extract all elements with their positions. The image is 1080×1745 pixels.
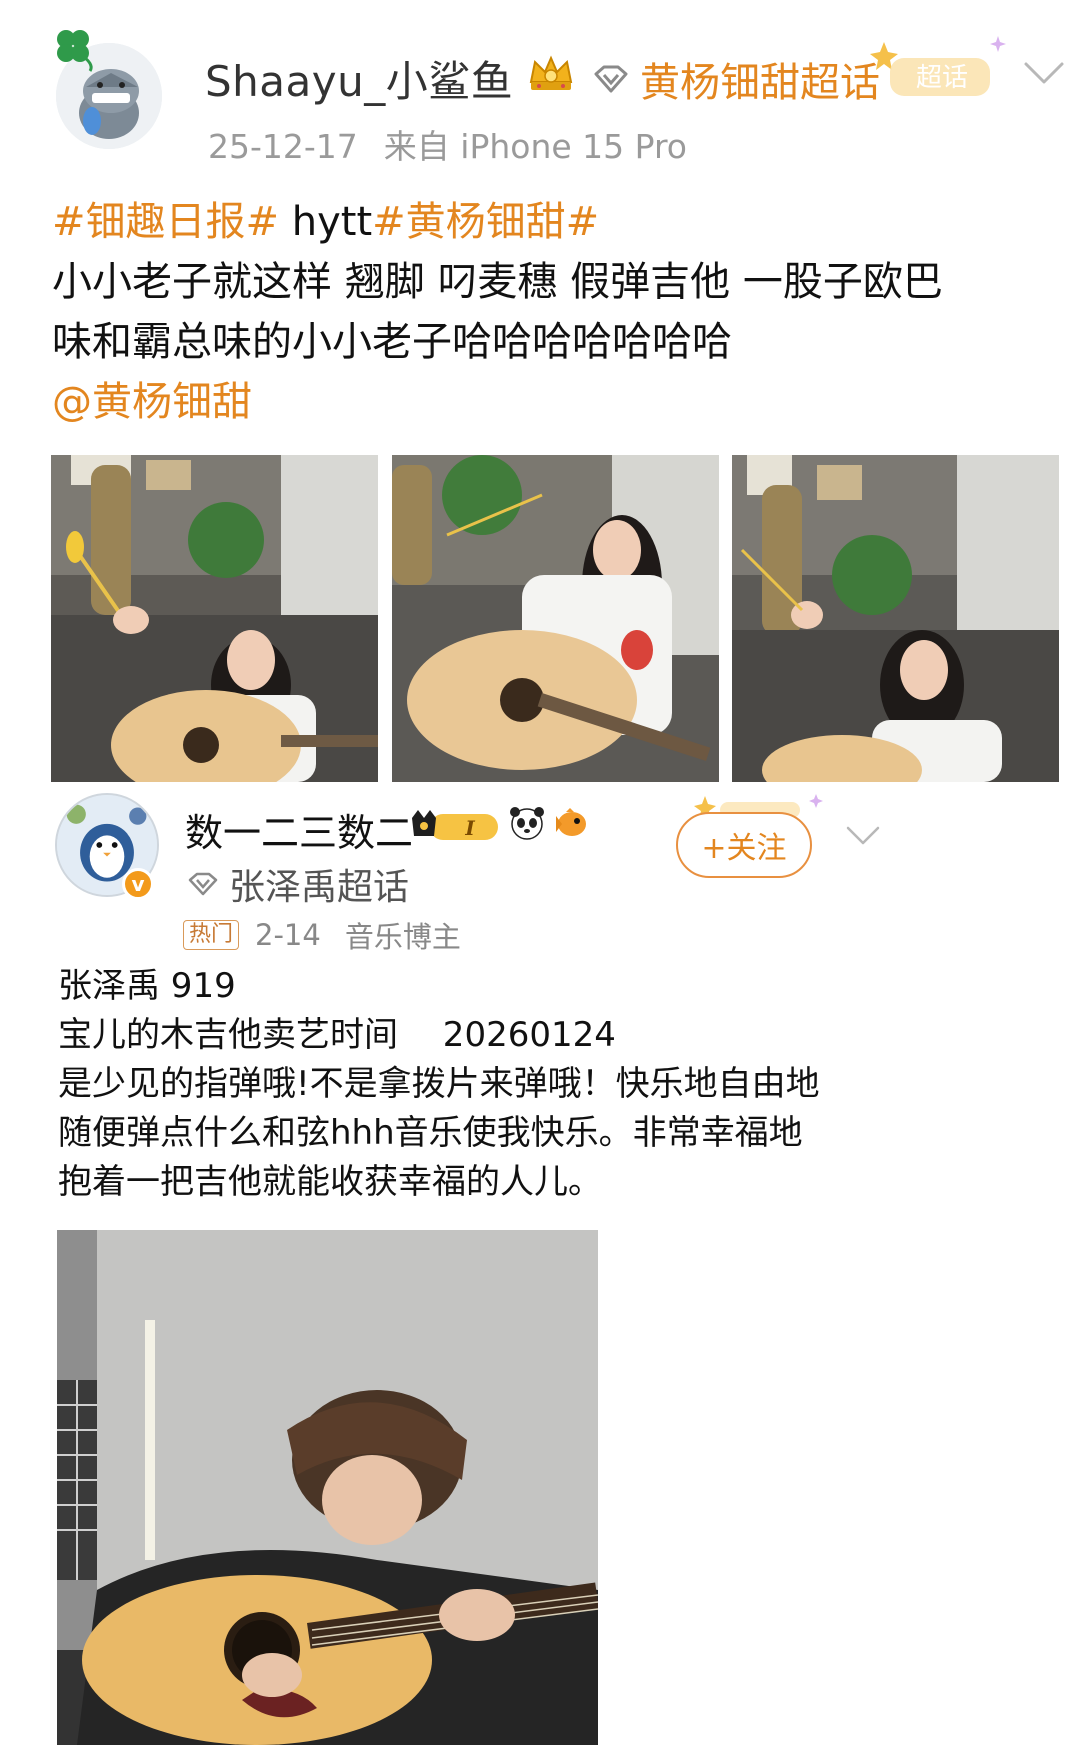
text-fragment: 小小老子就这样 翘脚 叼麦穗 假弹吉他 一股子欧巴: [52, 259, 943, 305]
supertopic-link[interactable]: 张泽禹超话: [185, 858, 409, 910]
post-category: 音乐博主: [344, 920, 461, 954]
clover-icon: [57, 30, 93, 72]
badge-text: 超话: [916, 63, 968, 93]
user-avatar[interactable]: [50, 25, 168, 149]
post-text-line: 张泽禹 919: [58, 966, 236, 1006]
supertopic-label: 张泽禹超话: [229, 867, 410, 908]
post-photo[interactable]: [51, 455, 378, 782]
hot-tag-badge: 热门: [183, 920, 240, 950]
fish-icon: [556, 808, 586, 836]
post-text-line: #钿趣日报# hytt#黄杨钿甜#: [52, 192, 1062, 252]
supertopic-badge-icon: 超话: [870, 36, 1006, 96]
post-photo[interactable]: [732, 455, 1059, 782]
panda-icon: [510, 807, 544, 840]
username[interactable]: Shaayu_小鲨鱼: [205, 48, 513, 109]
post-text-line: 味和霸总味的小小老子哈哈哈哈哈哈哈: [52, 312, 1062, 372]
post-source: 来自 iPhone 15 Pro: [383, 127, 688, 166]
diamond-icon: [188, 872, 218, 896]
post-text-line: 是少见的指弹哦!不是拿拨片来弹哦！快乐地自由地: [58, 1064, 820, 1104]
chevron-down-icon[interactable]: [845, 825, 881, 847]
text-fragment: hytt: [279, 199, 373, 245]
text-fragment: 味和霸总味的小小老子哈哈哈哈哈哈哈: [52, 319, 732, 365]
crown-badge-icon: [529, 55, 573, 90]
post-text-line: 宝儿的木吉他卖艺时间 20260124: [58, 1015, 616, 1055]
post-photo[interactable]: [57, 1230, 598, 1745]
follow-button[interactable]: +关注: [676, 812, 812, 878]
hashtag-link[interactable]: #钿趣日报#: [52, 199, 279, 245]
post-meta: 25-12-17 来自 iPhone 15 Pro: [208, 120, 687, 168]
post-text-line: @黄杨钿甜: [52, 372, 1062, 432]
post-date: 2-14: [255, 918, 321, 952]
post-photo[interactable]: [392, 455, 719, 782]
post-meta: 热门 2-14 音乐博主: [183, 914, 461, 956]
post-2: v 数一二三数二 I 张泽禹超话 +关注 热门 2-14 音乐博主 张泽禹 91…: [0, 790, 1080, 1745]
post-1: Shaayu_小鲨鱼 黄杨钿甜超话 超话 25-12-17 来自 iPhone 1…: [0, 0, 1080, 790]
post-text-line: 抱着一把吉他就能收获幸福的人儿。: [58, 1162, 602, 1202]
supertopic-label: 黄杨钿甜超话: [640, 60, 880, 106]
diamond-icon: [594, 65, 628, 93]
post-text: 张泽禹 919 宝儿的木吉他卖艺时间 20260124 是少见的指弹哦!不是拿拨…: [58, 962, 958, 1207]
post-text-line: 随便弹点什么和弦hhh音乐使我快乐。非常幸福地: [58, 1113, 803, 1153]
post-text-line: 小小老子就这样 翘脚 叼麦穗 假弹吉他 一股子欧巴: [52, 252, 1062, 312]
mention-link[interactable]: @黄杨钿甜: [52, 379, 252, 425]
member-level-badge-icon: I: [412, 810, 498, 840]
post-text: #钿趣日报# hytt#黄杨钿甜# 小小老子就这样 翘脚 叼麦穗 假弹吉他 一股…: [52, 192, 1062, 432]
username[interactable]: 数一二三数二: [185, 802, 413, 857]
chevron-down-icon[interactable]: [1022, 60, 1066, 86]
hashtag-link[interactable]: #黄杨钿甜#: [372, 199, 599, 245]
verified-badge-icon: v: [122, 868, 154, 900]
supertopic-link[interactable]: 黄杨钿甜超话: [590, 50, 880, 108]
post-date: 25-12-17: [208, 127, 358, 166]
level-text: I: [464, 816, 475, 840]
